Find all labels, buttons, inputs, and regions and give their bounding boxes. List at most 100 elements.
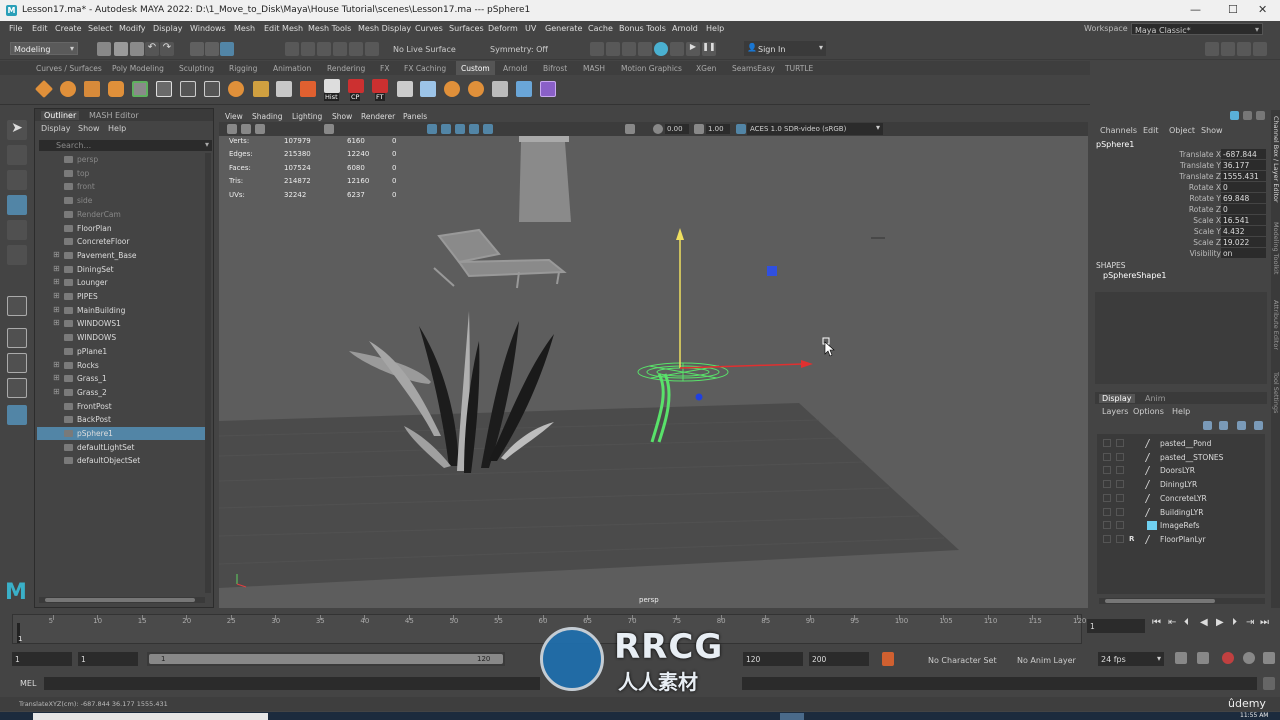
- anim-layer-dropdown[interactable]: No Anim Layer: [1017, 656, 1076, 665]
- display-type-toggle[interactable]: [1129, 466, 1137, 474]
- select-object-icon[interactable]: [205, 42, 219, 56]
- shelf-tab-custom[interactable]: Custom: [456, 61, 495, 75]
- select-component-icon[interactable]: [220, 42, 234, 56]
- color-management-icon[interactable]: [736, 124, 746, 134]
- shelf-tab-sculpting[interactable]: Sculpting: [179, 64, 214, 73]
- visibility-toggle[interactable]: [1103, 466, 1111, 475]
- outliner-item[interactable]: top: [37, 167, 207, 180]
- shelf-tab-bifrost[interactable]: Bifrost: [543, 64, 567, 73]
- display-layer-row[interactable]: R FloorPlanLyr: [1097, 533, 1267, 546]
- hypershade-icon[interactable]: [638, 42, 652, 56]
- history-icon[interactable]: [324, 79, 340, 93]
- orange-sphere-icon[interactable]: [60, 81, 76, 97]
- visibility-toggle[interactable]: [1103, 493, 1111, 502]
- step-back-frame-icon[interactable]: ⏴: [1184, 617, 1189, 628]
- channel-row[interactable]: Rotate Y 69.848: [1091, 193, 1271, 204]
- layer-color-swatch[interactable]: [1147, 521, 1157, 531]
- outliner-item[interactable]: persp: [37, 153, 207, 166]
- bookmark-icon[interactable]: [241, 124, 251, 134]
- persp-outliner-layout-icon[interactable]: [7, 353, 27, 373]
- playback-toggle[interactable]: [1116, 466, 1124, 475]
- playback-toggle[interactable]: [1116, 493, 1124, 502]
- snap-view-icon[interactable]: [333, 42, 347, 56]
- menu-deform[interactable]: Deform: [488, 24, 518, 33]
- shelf-tab-fx-caching[interactable]: FX Caching: [404, 64, 446, 73]
- outliner-search-input[interactable]: Search... ▾: [39, 140, 212, 151]
- menu-display[interactable]: Display: [153, 24, 183, 33]
- channel-name[interactable]: Translate Y: [1180, 161, 1221, 170]
- scene-end-field[interactable]: 200: [809, 652, 869, 666]
- viewport-menu-shading[interactable]: Shading: [252, 112, 282, 121]
- layer-options-menu[interactable]: Options: [1133, 407, 1164, 416]
- channel-value[interactable]: 36.177: [1221, 160, 1266, 170]
- playback-toggle[interactable]: [1116, 439, 1124, 447]
- move-layer-up-icon[interactable]: [1237, 421, 1246, 430]
- orange-cylinder-icon[interactable]: [108, 81, 124, 97]
- live-surface-label[interactable]: No Live Surface: [393, 45, 456, 54]
- channels-show-menu[interactable]: Show: [1201, 126, 1223, 135]
- outliner-item[interactable]: FloorPlan: [37, 222, 207, 235]
- options-icon[interactable]: [1256, 111, 1265, 120]
- playback-toggle[interactable]: [1116, 521, 1124, 530]
- viewport-menu-renderer[interactable]: Renderer: [361, 112, 395, 121]
- playback-settings-icon[interactable]: [1222, 652, 1234, 664]
- channel-value[interactable]: 19.022: [1221, 237, 1266, 247]
- channel-name[interactable]: Visibility: [1190, 249, 1221, 258]
- tool-settings-toggle-icon[interactable]: [1237, 42, 1251, 56]
- tab-display[interactable]: Display: [1099, 394, 1135, 403]
- move-manipulator-z-handle[interactable]: [695, 393, 703, 401]
- undo-icon[interactable]: ↶: [145, 42, 159, 56]
- arnold-render-icon[interactable]: [654, 42, 668, 56]
- playback-start-field[interactable]: 1: [78, 652, 138, 666]
- select-tool-icon[interactable]: ➤: [7, 120, 27, 140]
- scene-start-field[interactable]: 1: [12, 652, 72, 666]
- shelf-tab-turtle[interactable]: TURTLE: [785, 64, 813, 73]
- shelf-tab-rendering[interactable]: Rendering: [327, 64, 365, 73]
- snap-curve-icon[interactable]: [301, 42, 315, 56]
- play-render-icon[interactable]: ▶: [686, 42, 700, 56]
- new-scene-icon[interactable]: [97, 42, 111, 56]
- outliner-item[interactable]: ⊞ Pavement_Base: [37, 249, 207, 262]
- outliner-menu-display[interactable]: Display: [41, 124, 71, 133]
- current-frame-field[interactable]: 1: [1087, 619, 1145, 633]
- snap-grid-icon[interactable]: [285, 42, 299, 56]
- outliner-menu-help[interactable]: Help: [108, 124, 126, 133]
- extrude-icon[interactable]: [276, 81, 292, 97]
- soccer-ball-icon[interactable]: [228, 81, 244, 97]
- outliner-item[interactable]: ⊞ Lounger: [37, 276, 207, 289]
- expand-icon[interactable]: ⊞: [53, 373, 60, 382]
- custom-layout-icon[interactable]: [7, 405, 27, 425]
- snap-surface-icon[interactable]: [349, 42, 363, 56]
- outliner-item[interactable]: FrontPost: [37, 400, 207, 413]
- outliner-item[interactable]: ⊞ MainBuilding: [37, 304, 207, 317]
- exposure-field[interactable]: 0.00: [665, 124, 689, 134]
- grid-icon[interactable]: [180, 81, 196, 97]
- channel-row[interactable]: Translate Y 36.177: [1091, 160, 1271, 171]
- tab-channel-box-layer-editor[interactable]: Channel Box / Layer Editor: [1272, 116, 1280, 203]
- display-type-toggle[interactable]: [1129, 439, 1137, 447]
- outliner-item[interactable]: ⊞ PIPES: [37, 290, 207, 303]
- menu-cache[interactable]: Cache: [588, 24, 613, 33]
- shelf-tab-motion-graphics[interactable]: Motion Graphics: [621, 64, 682, 73]
- redo-icon[interactable]: ↷: [160, 42, 174, 56]
- expand-icon[interactable]: ⊞: [53, 360, 60, 369]
- textured-icon[interactable]: [455, 124, 465, 134]
- open-scene-icon[interactable]: [114, 42, 128, 56]
- display-layer-row[interactable]: DoorsLYR: [1097, 464, 1267, 477]
- smooth-shade-icon[interactable]: [441, 124, 451, 134]
- tab-attribute-editor[interactable]: Attribute Editor: [1272, 300, 1280, 350]
- shelf-tab-mash[interactable]: MASH: [583, 64, 605, 73]
- view-transform-dropdown[interactable]: ACES 1.0 SDR-video (sRGB) ▾: [747, 123, 883, 135]
- outliner-item[interactable]: pSphere1: [37, 427, 207, 440]
- outliner-item[interactable]: side: [37, 194, 207, 207]
- orange-box-icon[interactable]: [84, 81, 100, 97]
- shelf-tab-animation[interactable]: Animation: [273, 64, 311, 73]
- outliner-menu-show[interactable]: Show: [78, 124, 100, 133]
- scroll-thumb[interactable]: [1105, 599, 1215, 603]
- channel-value[interactable]: -687.844: [1221, 149, 1266, 159]
- channel-value[interactable]: 69.848: [1221, 193, 1266, 203]
- modeling-toolkit-toggle-icon[interactable]: [1253, 42, 1267, 56]
- display-layer-row[interactable]: ConcreteLYR: [1097, 492, 1267, 505]
- display-layer-row[interactable]: DiningLYR: [1097, 478, 1267, 491]
- new-layer-icon[interactable]: [1203, 421, 1212, 430]
